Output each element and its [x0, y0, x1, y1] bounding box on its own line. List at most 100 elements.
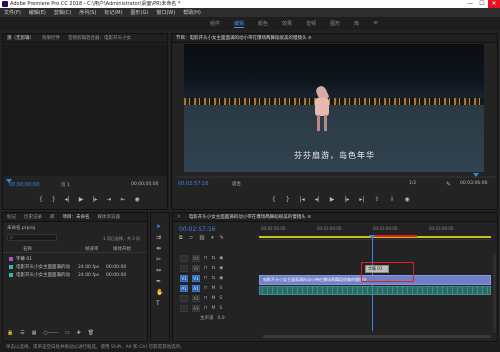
play-icon[interactable]: ▶ [330, 196, 335, 203]
target-toggle[interactable] [180, 304, 188, 312]
sync-icon[interactable]: ⇆ [212, 276, 216, 281]
mark-out-icon[interactable]: } [52, 196, 56, 203]
target-toggle[interactable]: A1 [180, 284, 188, 292]
tab-history[interactable]: 历史记录 [24, 214, 42, 220]
trash-icon[interactable]: 🗑 [88, 330, 94, 336]
tab-source[interactable]: 源（无剪辑） [7, 35, 34, 41]
sync-icon[interactable]: ⇆ [212, 256, 216, 261]
list-item[interactable]: 电影开头小女主面面满的动 24.00 fps 00:00:00 [3, 263, 147, 271]
step-back-icon[interactable]: ◂| [65, 196, 70, 203]
eye-icon[interactable]: ◉ [219, 256, 223, 261]
type-tool-icon[interactable]: T [156, 300, 163, 307]
icon-view-icon[interactable]: ▦ [32, 330, 37, 336]
pen-tool-icon[interactable]: ✒ [156, 278, 163, 285]
insert-icon[interactable]: ⇥ [106, 196, 111, 203]
step-forward-icon[interactable]: |▸ [344, 196, 349, 203]
lock-icon[interactable]: ⊓ [204, 296, 208, 301]
slip-tool-icon[interactable]: ⇔ [156, 267, 163, 274]
track-label[interactable]: A1 [192, 284, 200, 292]
workspace-tab-graphics[interactable]: 图形 [330, 20, 340, 28]
camera-icon[interactable]: ◉ [405, 196, 410, 203]
nest-icon[interactable]: ⧉ [179, 235, 183, 241]
track-select-tool-icon[interactable]: ⇉ [156, 234, 163, 241]
project-search-input[interactable]: ⌕ [7, 234, 57, 241]
target-toggle[interactable]: V1 [180, 274, 188, 282]
tab-markers[interactable]: 标记 [7, 214, 16, 220]
target-toggle[interactable] [180, 294, 188, 302]
program-scrub-bar[interactable] [175, 173, 496, 178]
sync-icon[interactable]: ⇆ [212, 266, 216, 271]
lift-icon[interactable]: ⇧ [374, 196, 379, 203]
timeline-scrollbar[interactable] [263, 335, 491, 338]
snap-icon[interactable]: ⊃ [189, 235, 193, 241]
timeline-sequence-tab[interactable]: 电影开头小女主面面满的动小带在爆场两舞蹈很美的慢镜头 ≡ [189, 214, 311, 220]
mark-in-icon[interactable]: { [272, 196, 276, 203]
lock-icon[interactable]: 🔒 [7, 330, 13, 336]
track-label[interactable]: V1 [192, 274, 200, 282]
workspace-tab-audio[interactable]: 音频 [306, 20, 316, 28]
new-item-icon[interactable]: ✚ [77, 330, 81, 336]
playhead-icon[interactable] [369, 235, 375, 239]
extract-icon[interactable]: ⇩ [390, 196, 395, 203]
list-item[interactable]: 字幕 01 [3, 255, 147, 263]
lock-icon[interactable]: ⊓ [204, 256, 208, 261]
mute-icon[interactable]: M [212, 286, 216, 291]
linked-selection-icon[interactable]: ⛓ [199, 235, 205, 241]
col-media-start[interactable]: 媒体开始 [113, 246, 131, 252]
lock-icon[interactable]: ⊓ [204, 266, 208, 271]
menu-file[interactable]: 文件(F) [4, 9, 21, 16]
mark-in-icon[interactable]: { [39, 196, 43, 203]
track-label[interactable]: A2 [192, 294, 200, 302]
menu-graphics[interactable]: 图形(G) [131, 9, 149, 16]
tab-effect-controls[interactable]: 效果控件 [42, 35, 60, 41]
tab-media-browser[interactable]: 媒体浏览器 [98, 214, 121, 220]
go-to-in-icon[interactable]: |◂ [300, 196, 305, 203]
track-label[interactable]: V3 [192, 254, 200, 262]
tab-libraries[interactable]: 库 [50, 214, 55, 220]
tab-audio-mixer[interactable]: 音频剪辑混合器：电影开头小女 [68, 35, 131, 41]
mute-icon[interactable]: M [212, 296, 216, 301]
solo-icon[interactable]: S [219, 286, 222, 291]
menu-marker[interactable]: 标记(M) [104, 9, 122, 16]
lock-icon[interactable]: ⊓ [204, 286, 208, 291]
hand-tool-icon[interactable]: ✋ [156, 289, 163, 296]
add-marker-icon[interactable]: ▾ [211, 235, 214, 241]
workspace-tab-color[interactable]: 颜色 [258, 20, 268, 28]
play-icon[interactable]: ▶ [79, 196, 84, 203]
mark-out-icon[interactable]: } [286, 196, 290, 203]
timeline-timecode[interactable]: 00:02:57:16 [179, 226, 216, 233]
go-to-out-icon[interactable]: ▸| [359, 196, 364, 203]
menu-clip[interactable]: 剪辑(C) [54, 9, 71, 16]
source-timecode[interactable]: 00;00;00;00 [9, 182, 40, 188]
wrench-icon[interactable]: ✎ [446, 181, 451, 188]
lock-icon[interactable]: ⊓ [204, 306, 208, 311]
solo-icon[interactable]: S [219, 296, 222, 301]
camera-icon[interactable]: ◉ [134, 196, 139, 203]
lock-icon[interactable]: ⊓ [204, 276, 208, 281]
timeline-vertical-scrollbar[interactable] [493, 253, 496, 333]
ripple-edit-tool-icon[interactable]: ⇹ [156, 245, 163, 252]
program-timecode[interactable]: 00:02:57:16 [178, 181, 209, 187]
program-video-frame[interactable]: 芬芬扇游，岛色年华 [184, 44, 484, 172]
workspace-tab-editing[interactable]: 编辑 [234, 20, 245, 28]
target-toggle[interactable] [180, 254, 188, 262]
quality-dropdown[interactable]: 1/2 [409, 181, 416, 186]
workspace-tab-libraries[interactable]: 库 [354, 20, 359, 28]
close-button[interactable]: ✕ [488, 0, 500, 8]
workspace-more-button[interactable]: ≫ [373, 20, 378, 28]
list-view-icon[interactable]: ☰ [20, 330, 24, 336]
master-volume[interactable]: 0.0 [218, 316, 225, 321]
workspace-tab-effects[interactable]: 效果 [282, 20, 292, 28]
razor-tool-icon[interactable]: ✂ [156, 256, 163, 263]
menu-help[interactable]: 帮助(H) [183, 9, 201, 16]
menu-window[interactable]: 窗口(W) [156, 9, 175, 16]
selection-tool-icon[interactable]: ➤ [156, 223, 163, 230]
step-back-icon[interactable]: ◂| [315, 196, 320, 203]
eye-icon[interactable]: ◉ [219, 266, 223, 271]
mute-icon[interactable]: M [212, 306, 216, 311]
target-toggle[interactable] [180, 264, 188, 272]
solo-icon[interactable]: S [219, 306, 222, 311]
col-name[interactable]: 名称 [23, 246, 85, 252]
program-panel-title[interactable]: 节目：电影开头小女主面面满的动小带在爆场两舞蹈很美的慢镜头 ≡ [176, 35, 312, 41]
timeline-ruler[interactable]: 00:02:56:00 00:03:00:00 00:03:04:00 00:0… [259, 226, 491, 240]
